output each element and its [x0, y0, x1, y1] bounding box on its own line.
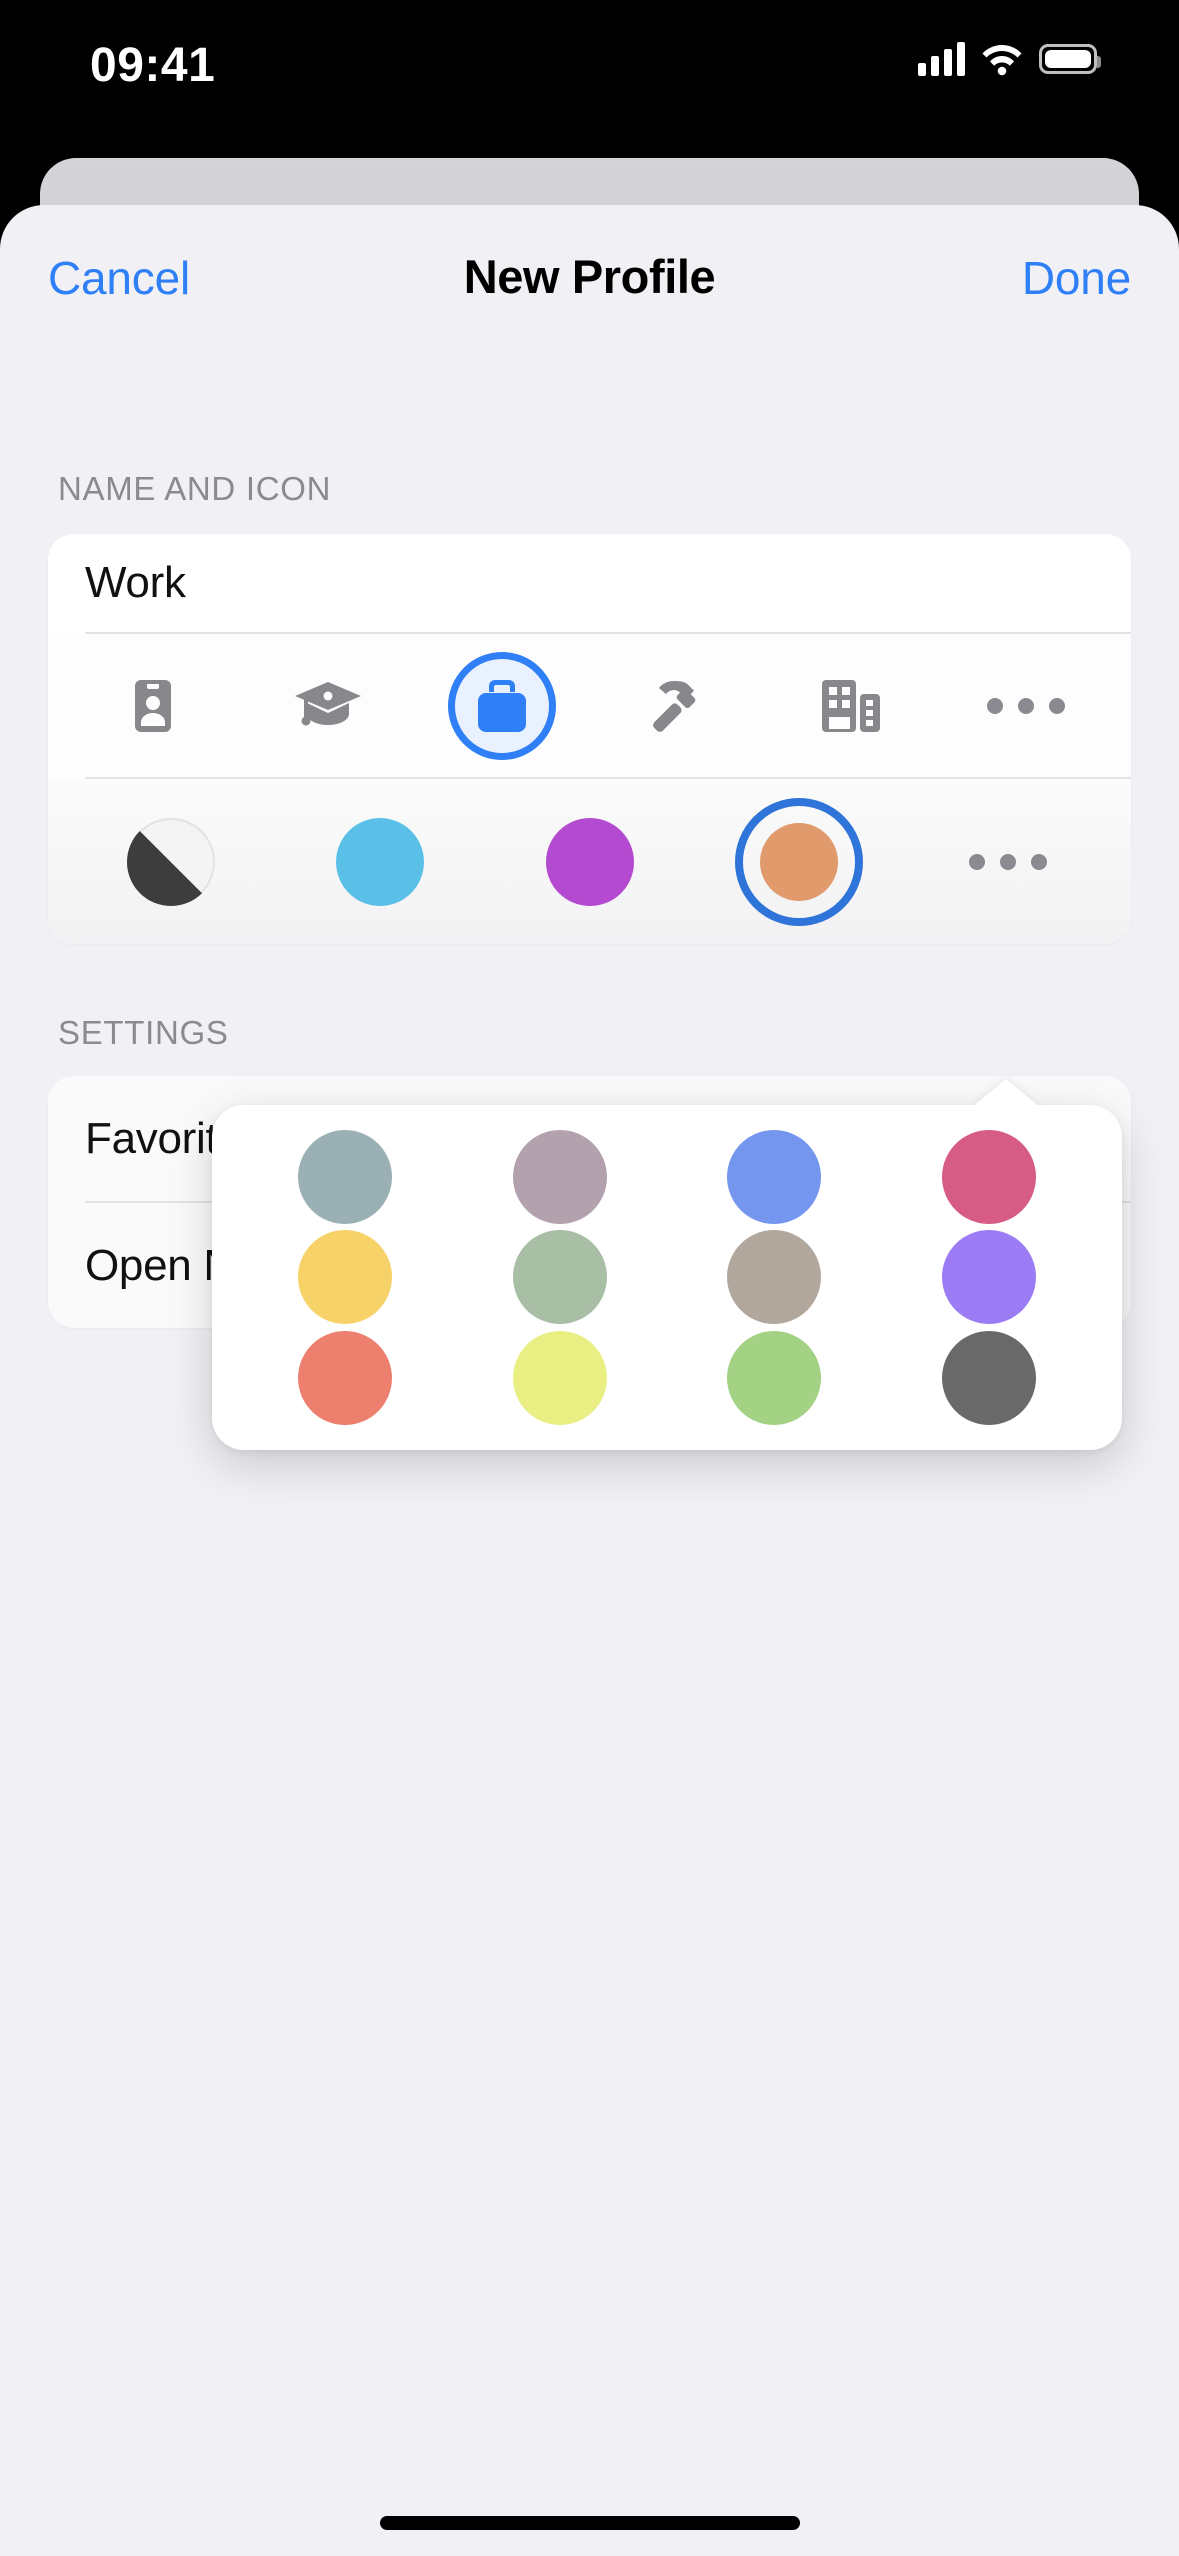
icon-picker-row: [48, 634, 1131, 777]
color-option-automatic[interactable]: [66, 779, 275, 944]
icon-more-button[interactable]: [939, 634, 1114, 777]
icon-option-person-badge[interactable]: [66, 634, 241, 777]
color-swatch: [759, 822, 838, 901]
color-option-orange-selected[interactable]: [694, 779, 903, 944]
color-swatch: [512, 1230, 607, 1325]
icon-option-hammer[interactable]: [590, 634, 765, 777]
popover-color-salmon[interactable]: [238, 1328, 453, 1428]
section-header-name-and-icon: NAME AND ICON: [58, 470, 332, 507]
color-swatch: [727, 1330, 822, 1425]
popover-color-dark-gray[interactable]: [882, 1328, 1097, 1428]
popover-color-pale-lime[interactable]: [453, 1328, 668, 1428]
color-swatch: [941, 1330, 1036, 1425]
popover-color-taupe[interactable]: [667, 1227, 882, 1327]
popover-arrow: [972, 1079, 1040, 1107]
popover-color-violet[interactable]: [882, 1227, 1097, 1327]
color-swatch: [298, 1330, 393, 1425]
name-and-icon-card: Work: [48, 534, 1131, 944]
color-swatch: [727, 1130, 822, 1225]
color-swatch: [298, 1230, 393, 1325]
popover-color-cornflower[interactable]: [667, 1127, 882, 1227]
popover-color-mauve[interactable]: [453, 1127, 668, 1227]
home-indicator[interactable]: [379, 2516, 800, 2530]
color-option-light-blue[interactable]: [275, 779, 484, 944]
color-swatch: [512, 1330, 607, 1425]
color-more-button[interactable]: [904, 779, 1113, 944]
color-swatch: [298, 1130, 393, 1225]
sheet-navigation-bar: Cancel New Profile Done: [0, 205, 1179, 355]
icon-option-briefcase[interactable]: [415, 634, 590, 777]
color-swatch: [545, 817, 634, 906]
more-icon: [986, 697, 1065, 714]
cellular-signal-icon: [918, 40, 965, 76]
popover-color-slate-teal[interactable]: [238, 1127, 453, 1227]
iphone-screen: 09:41 Cancel New Profile Done NAME AND I…: [0, 0, 1179, 2556]
color-picker-row: [48, 779, 1131, 944]
done-button[interactable]: Done: [1022, 251, 1131, 305]
icon-option-building[interactable]: [764, 634, 939, 777]
color-picker-popover: [212, 1079, 1122, 1450]
color-swatch: [941, 1130, 1036, 1225]
profile-name-row[interactable]: Work: [48, 534, 1131, 632]
section-header-settings: SETTINGS: [58, 1014, 229, 1051]
wifi-icon: [981, 42, 1023, 76]
page-title: New Profile: [463, 250, 716, 303]
profile-name-input[interactable]: Work: [85, 558, 186, 608]
popover-color-light-green[interactable]: [667, 1328, 882, 1428]
color-swatch: [512, 1130, 607, 1225]
color-option-magenta[interactable]: [485, 779, 694, 944]
status-bar-time: 09:41: [90, 39, 216, 92]
popover-color-gold[interactable]: [238, 1227, 453, 1327]
popover-color-rose[interactable]: [882, 1127, 1097, 1227]
more-icon: [969, 853, 1048, 870]
popover-color-sage[interactable]: [453, 1227, 668, 1327]
color-swatch: [727, 1230, 822, 1325]
automatic-color-swatch: [126, 817, 215, 906]
battery-full-icon: [1039, 44, 1101, 74]
status-bar-indicators: [918, 40, 1101, 76]
color-swatch: [941, 1230, 1036, 1325]
color-swatch: [336, 817, 425, 906]
icon-option-graduation-cap[interactable]: [241, 634, 416, 777]
popover-color-grid: [212, 1105, 1122, 1450]
status-bar: 09:41: [0, 0, 1179, 140]
